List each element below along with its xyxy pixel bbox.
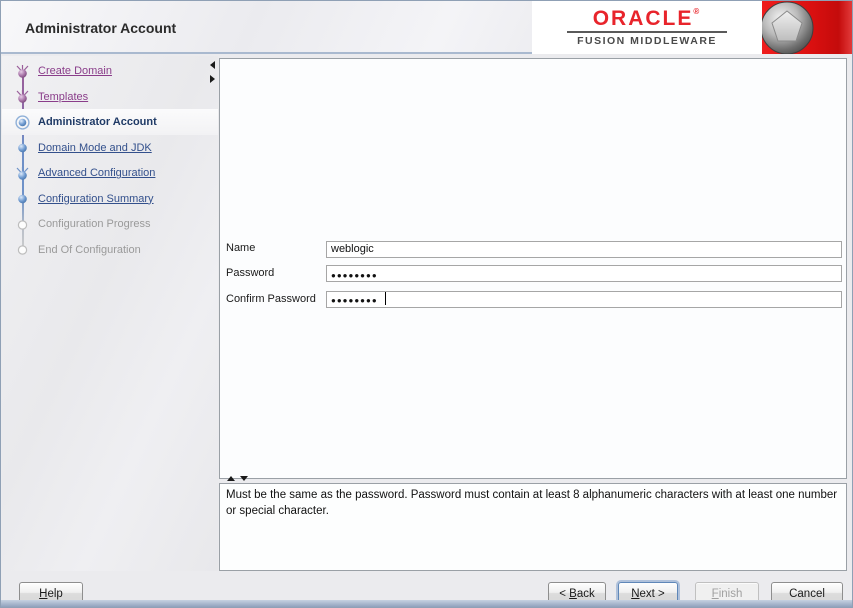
spiky-ball-icon — [15, 166, 30, 181]
collapse-down-icon[interactable] — [240, 476, 248, 481]
sidebar-item-templates[interactable]: Templates — [2, 84, 218, 110]
vertical-splitter-handle[interactable] — [210, 61, 218, 91]
oracle-wordmark: ORACLE® — [593, 8, 702, 29]
sidebar-item-label: End Of Configuration — [38, 244, 141, 256]
open-circle-icon — [15, 242, 30, 257]
spiky-ball-icon — [15, 64, 30, 79]
sidebar-item-end-of-configuration: End Of Configuration — [2, 237, 218, 263]
text-caret — [385, 292, 386, 305]
sidebar-item-configuration-summary[interactable]: Configuration Summary — [2, 186, 218, 212]
sidebar-item-label: Create Domain — [38, 65, 112, 77]
name-input[interactable] — [326, 241, 842, 258]
expand-right-icon[interactable] — [210, 75, 215, 83]
confirm-password-label: Confirm Password — [226, 293, 326, 305]
ball-icon — [15, 140, 30, 155]
password-label: Password — [226, 267, 326, 279]
password-input[interactable] — [326, 265, 842, 282]
header: Administrator Account ORACLE® FUSION MID… — [1, 1, 852, 54]
horizontal-splitter-handle[interactable] — [227, 476, 248, 481]
sidebar-item-advanced-configuration[interactable]: Advanced Configuration — [2, 160, 218, 186]
confirm-password-row: Confirm Password — [226, 290, 842, 307]
logo-divider — [567, 31, 727, 33]
name-row: Name — [226, 239, 842, 256]
page-title: Administrator Account — [25, 20, 176, 36]
collapse-left-icon[interactable] — [210, 61, 215, 69]
wizard-window: Administrator Account ORACLE® FUSION MID… — [0, 0, 853, 608]
sidebar-item-create-domain[interactable]: Create Domain — [2, 58, 218, 84]
ball-icon — [15, 191, 30, 206]
oracle-badge — [762, 1, 852, 54]
password-row: Password — [226, 265, 842, 282]
open-circle-icon — [15, 217, 30, 232]
current-step-icon — [15, 115, 30, 130]
sidebar-item-label: Configuration Summary — [38, 193, 154, 205]
fusion-middleware-label: FUSION MIDDLEWARE — [577, 35, 717, 47]
oracle-logo: ORACLE® FUSION MIDDLEWARE — [532, 1, 762, 54]
sidebar-item-label: Administrator Account — [38, 116, 157, 128]
sidebar-item-domain-mode-and-jdk[interactable]: Domain Mode and JDK — [2, 135, 218, 161]
administrator-account-form: Name Password Confirm Password — [226, 239, 842, 316]
confirm-password-input[interactable] — [326, 291, 842, 308]
registered-mark-icon: ® — [693, 7, 701, 16]
sphere-pentagon-icon — [762, 1, 852, 54]
sidebar-item-label: Templates — [38, 91, 88, 103]
sidebar-item-label: Advanced Configuration — [38, 167, 155, 179]
sidebar-item-label: Domain Mode and JDK — [38, 142, 152, 154]
field-help-panel: Must be the same as the password. Passwo… — [219, 483, 847, 571]
spiky-ball-icon — [15, 89, 30, 104]
expand-up-icon[interactable] — [227, 476, 235, 481]
sidebar-item-configuration-progress: Configuration Progress — [2, 211, 218, 237]
content-panel: Name Password Confirm Password — [219, 58, 847, 479]
sidebar-item-administrator-account[interactable]: Administrator Account — [2, 109, 218, 135]
sidebar-item-label: Configuration Progress — [38, 218, 151, 230]
window-bottom-edge — [1, 600, 852, 607]
wizard-steps-sidebar: Create Domain Templates Administrator Ac… — [2, 56, 218, 571]
name-label: Name — [226, 242, 326, 254]
